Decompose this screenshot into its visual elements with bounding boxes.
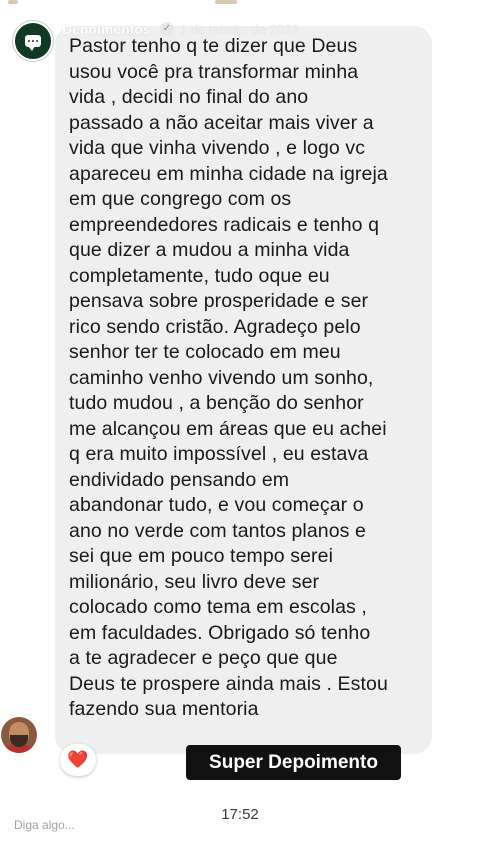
verified-badge-icon: ✓ (160, 22, 174, 36)
progress-segment (215, 0, 237, 4)
profile-avatar[interactable] (13, 21, 53, 61)
chat-icon (25, 35, 41, 51)
sticker-label: Super Depoimento (186, 745, 401, 780)
story-header: Depoimentos ✓ 1 de janeiro de 2023 (0, 12, 480, 62)
close-icon[interactable] (444, 26, 470, 52)
progress-segment (8, 0, 18, 4)
sender-avatar (1, 717, 37, 753)
reply-input[interactable]: Diga algo... (14, 818, 75, 832)
heart-reaction-icon[interactable]: ❤️ (60, 744, 96, 776)
message-bubble: Pastor tenho q te dizer que Deus usou vo… (55, 26, 432, 754)
story-date: 1 de janeiro de 2023 (180, 22, 299, 37)
story-progress-bar (0, 0, 480, 4)
message-text: Pastor tenho q te dizer que Deus usou vo… (69, 35, 388, 720)
username[interactable]: Depoimentos (62, 21, 151, 37)
